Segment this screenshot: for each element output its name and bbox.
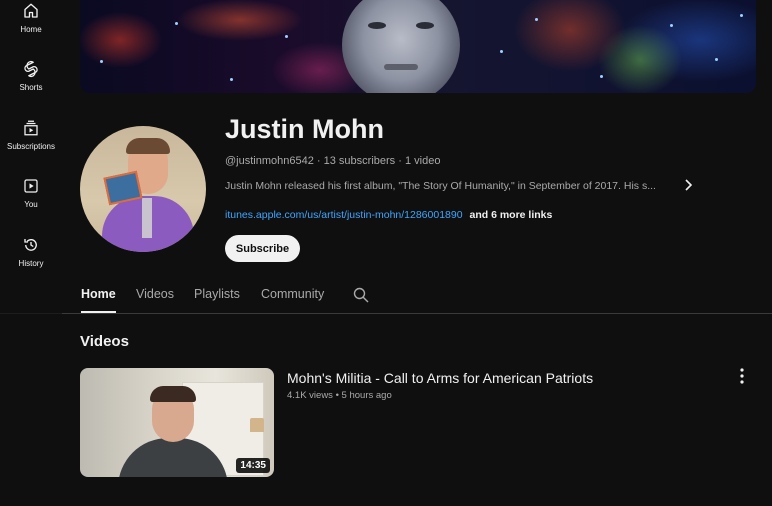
nav-item-label: Home <box>20 25 42 34</box>
tab-home[interactable]: Home <box>81 287 116 301</box>
banner-star <box>175 22 178 25</box>
video-title[interactable]: Mohn's Militia - Call to Arms for Americ… <box>287 370 593 386</box>
shorts-icon <box>24 61 38 77</box>
search-icon[interactable] <box>353 287 369 308</box>
tab-videos[interactable]: Videos <box>136 287 174 301</box>
banner-star <box>740 14 743 17</box>
channel-description[interactable]: Justin Mohn released his first album, "T… <box>225 180 673 192</box>
section-title: Videos <box>80 333 129 350</box>
video-duration-badge: 14:35 <box>236 458 270 473</box>
avatar-tie <box>142 198 152 238</box>
banner-star <box>535 18 538 21</box>
nav-item-label: Shorts <box>19 83 43 92</box>
banner-star <box>100 60 103 63</box>
meta-separator: · <box>316 155 324 167</box>
more-options-icon[interactable] <box>736 367 748 385</box>
video-meta: 4.1K views • 5 hours ago <box>287 390 392 401</box>
chevron-right-icon[interactable] <box>684 178 694 194</box>
channel-banner <box>80 0 756 93</box>
channel-link[interactable]: itunes.apple.com/us/artist/justin-mohn/1… <box>225 209 463 221</box>
channel-avatar[interactable] <box>80 126 206 252</box>
video-count: 1 video <box>404 155 441 167</box>
home-icon <box>24 3 38 18</box>
video-age: 5 hours ago <box>341 390 392 401</box>
banner-star <box>670 24 673 27</box>
subscribe-button[interactable]: Subscribe <box>225 235 300 262</box>
video-views: 4.1K views <box>287 390 333 401</box>
banner-star <box>230 78 233 81</box>
you-icon <box>24 179 38 193</box>
subscriber-count: 13 subscribers <box>323 155 396 167</box>
channel-name: Justin Mohn <box>225 114 384 144</box>
avatar-hair <box>126 138 170 154</box>
channel-links: itunes.apple.com/us/artist/justin-mohn/1… <box>225 209 552 221</box>
banner-star <box>715 58 718 61</box>
nav-item-history[interactable]: History <box>0 236 62 268</box>
nav-item-label: Subscriptions <box>6 142 56 151</box>
subscriptions-icon <box>24 120 38 136</box>
nav-item-you[interactable]: You <box>0 177 62 209</box>
more-links[interactable]: and 6 more links <box>469 209 552 221</box>
channel-meta: @justinmohn6542 · 13 subscribers · 1 vid… <box>225 155 440 167</box>
nav-item-label: You <box>24 200 38 209</box>
channel-handle: @justinmohn6542 <box>225 155 314 167</box>
nav-item-shorts[interactable]: Shorts <box>0 60 62 92</box>
tabs-divider <box>62 313 772 314</box>
nav-item-label: History <box>18 259 44 268</box>
tab-community[interactable]: Community <box>261 287 324 301</box>
left-nav-rail: Home Shorts Subscriptions You History <box>0 0 62 506</box>
thumbnail-hair <box>150 386 196 402</box>
nav-item-home[interactable]: Home <box>0 2 62 34</box>
history-icon <box>24 239 37 251</box>
meta-separator: · <box>398 155 405 167</box>
video-thumbnail[interactable]: 14:35 <box>80 368 274 477</box>
banner-star <box>600 75 603 78</box>
rail-divider <box>0 313 62 314</box>
banner-star <box>500 50 503 53</box>
tab-playlists[interactable]: Playlists <box>194 287 240 301</box>
banner-face-image <box>342 0 460 93</box>
banner-star <box>285 35 288 38</box>
nav-item-subscriptions[interactable]: Subscriptions <box>0 119 62 151</box>
thumbnail-lamp <box>250 418 264 432</box>
